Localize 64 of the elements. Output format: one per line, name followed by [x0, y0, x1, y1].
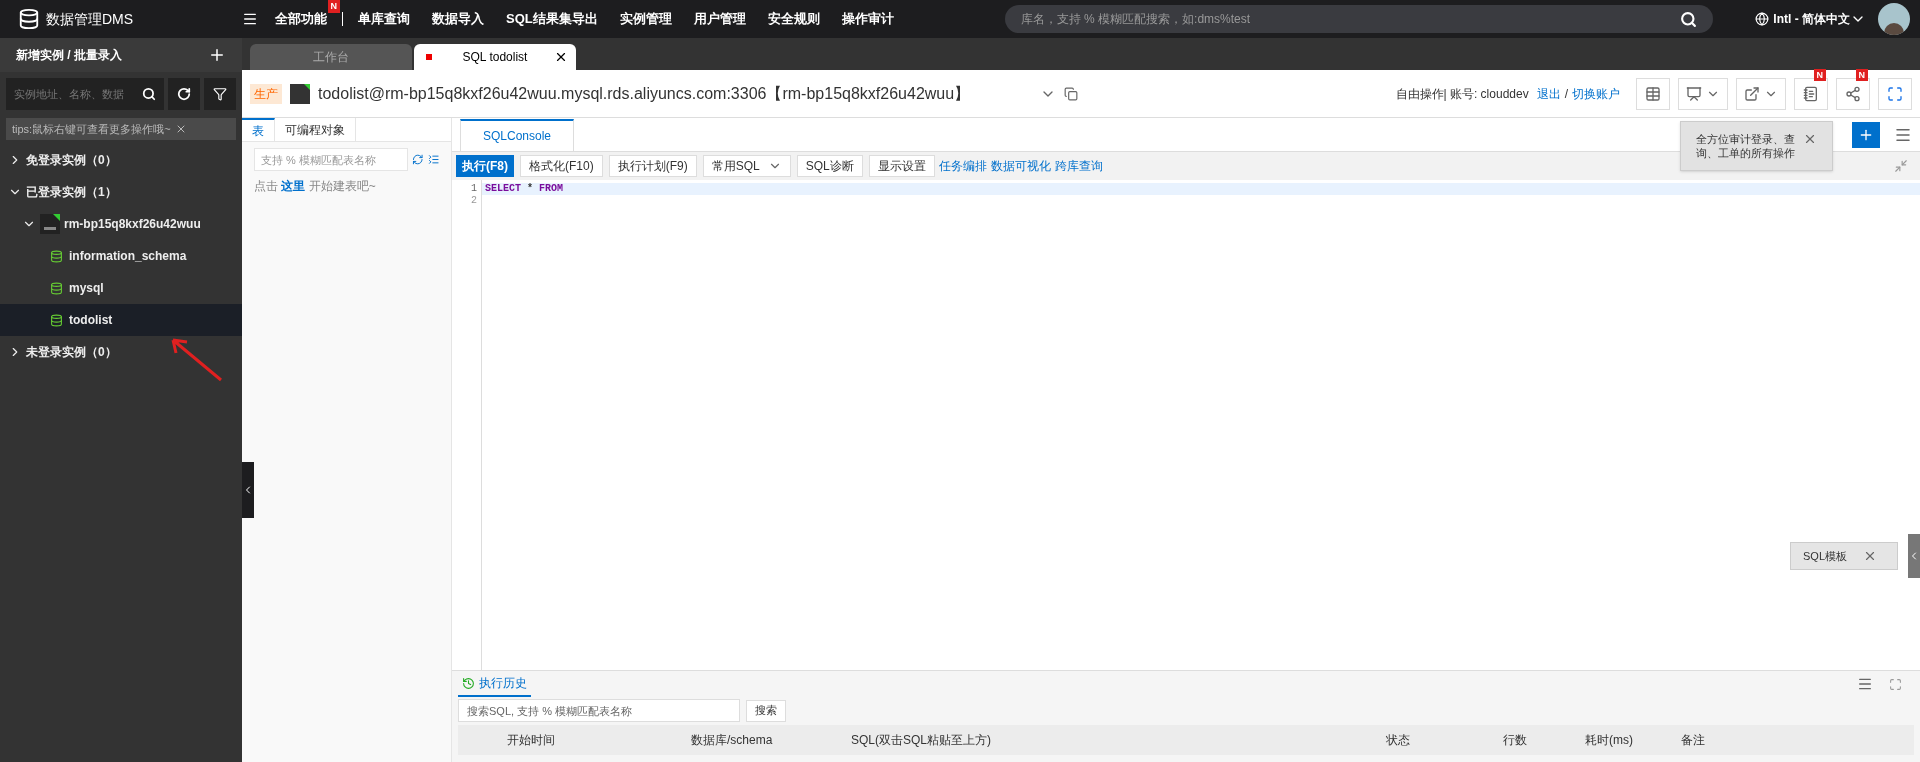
separator-text: / — [1564, 85, 1568, 103]
menu-item[interactable]: SQL结果集导出 — [495, 0, 609, 38]
column-header[interactable]: 开始时间 — [507, 731, 691, 749]
tree-item[interactable]: information_schema — [0, 240, 242, 272]
line-number: 1 — [470, 183, 478, 195]
column-header[interactable]: 备注 — [1681, 731, 1914, 749]
menu-item[interactable]: 数据导入 — [421, 0, 495, 38]
tree-item[interactable]: 免登录实例（0） — [0, 144, 242, 176]
language-selector[interactable]: Intl - 简体中文 — [1773, 10, 1866, 28]
create-table-hint: 点击 这里 开始建表吧~ — [253, 178, 377, 195]
search-button[interactable]: 搜索 — [746, 699, 786, 722]
column-header[interactable]: 数据库/schema — [691, 731, 851, 749]
column-header[interactable]: SQL(双击SQL粘贴至上方) — [851, 731, 1386, 749]
toolbar-link[interactable]: 跨库查询 — [1054, 157, 1103, 175]
tooltip-text: 全方位审计登录、查询、工单的所有操作 — [1696, 132, 1795, 160]
search-field[interactable]: 库名，支持 % 模糊匹配搜索，如:dms%test — [1004, 5, 1713, 33]
toolbar-link[interactable]: 数据可视化 — [990, 157, 1051, 175]
new-badge: N — [327, 0, 340, 13]
switch-account-link[interactable]: 切换账户 — [1572, 84, 1620, 103]
panel-tab[interactable]: 表 — [242, 118, 275, 141]
history-tab[interactable]: 执行历史 — [458, 671, 531, 697]
menu-item[interactable]: 全部功能 N — [264, 0, 338, 38]
dropdown-button[interactable]: 常用SQL — [702, 155, 791, 177]
menu-item[interactable]: 用户管理 — [682, 0, 757, 38]
history-search-field[interactable]: 搜索SQL, 支持 % 模糊匹配表名称 — [458, 699, 740, 722]
menu-item[interactable]: 操作审计 — [830, 0, 905, 38]
app-title: 数据管理DMS — [46, 9, 134, 29]
run-button[interactable]: 执行(F8) — [456, 155, 514, 177]
panel-tab[interactable]: 可编程对象 — [275, 118, 356, 141]
create-table-link[interactable]: 这里 — [281, 179, 306, 193]
toolbar-button[interactable]: 执行计划(F9) — [608, 155, 697, 177]
toolbar-button[interactable]: 格式化(F10) — [520, 155, 603, 177]
instance-search-field[interactable]: 实例地址、名称、数据 — [6, 78, 165, 110]
env-tag: 生产 — [250, 83, 282, 104]
toolbar-button[interactable]: SQL诊断 — [796, 155, 863, 177]
tab[interactable]: SQL todolist — [414, 44, 576, 70]
code-token: FROM — [539, 183, 564, 195]
column-header[interactable]: 状态 — [1386, 731, 1503, 749]
line-number: 2 — [470, 195, 478, 207]
tree-item[interactable]: rm-bp15q8kxf26u42wuu — [0, 208, 242, 240]
sql-template-label: SQL模板 — [1803, 548, 1847, 564]
table-search-field[interactable]: 支持 % 模糊匹配表名称 — [254, 148, 408, 171]
tree-item[interactable]: todolist — [0, 304, 242, 336]
search-input[interactable]: 库名，支持 % 模糊匹配搜索，如:dms%test — [1020, 10, 1680, 28]
editor-tab[interactable]: SQLConsole — [460, 119, 574, 151]
sql-template-panel[interactable]: SQL模板 — [1790, 542, 1898, 570]
logout-link[interactable]: 退出 — [1536, 84, 1561, 103]
column-header[interactable]: 耗时(ms) — [1585, 731, 1681, 749]
menu-item[interactable]: 安全规则 — [756, 0, 831, 38]
menu-item[interactable]: 单库查询 — [347, 0, 421, 38]
toolbar-link[interactable]: 任务编排 — [938, 157, 987, 175]
code-token: SELECT — [485, 183, 521, 195]
tree-item[interactable]: 未登录实例（0） — [0, 336, 242, 368]
sidebar-title: 新增实例 / 批量录入 — [16, 47, 122, 64]
tip-text: tips:鼠标右键可查看更多操作哦~ — [12, 121, 171, 137]
instance-search-input[interactable]: 实例地址、名称、数据 — [14, 85, 140, 103]
column-header[interactable]: 行数 — [1503, 731, 1585, 749]
account-info: 自由操作| 账号: clouddev — [1395, 85, 1529, 103]
toolbar-button[interactable]: 显示设置 — [868, 155, 935, 177]
tree-item[interactable]: mysql — [0, 272, 242, 304]
tree-item[interactable]: 已登录实例（1） — [0, 176, 242, 208]
code-token: * — [527, 183, 534, 195]
connection-title: todolist@rm-bp15q8kxf26u42wuu.mysql.rds.aliyuncs.com:3306【rm-bp15q8kxf26u42wuu】 — [318, 83, 971, 104]
menu-item[interactable]: 实例管理 — [608, 0, 683, 38]
